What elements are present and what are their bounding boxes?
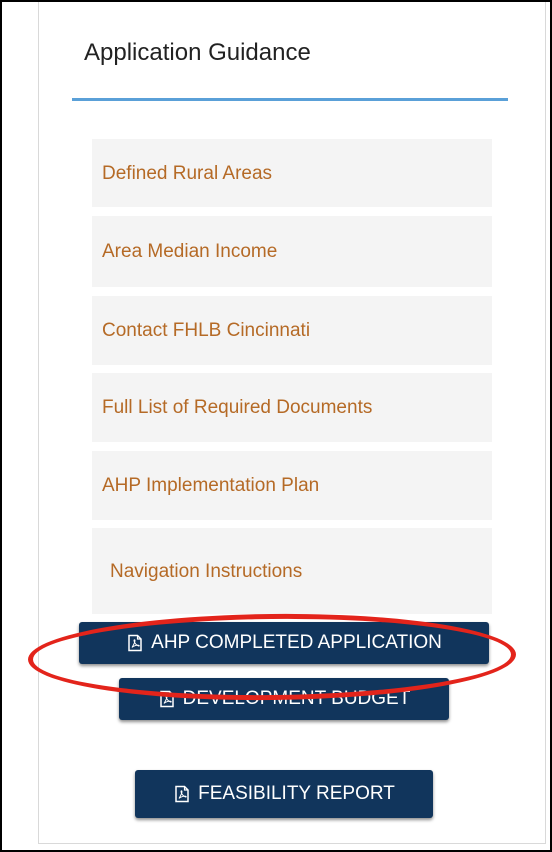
panel-title: Application Guidance xyxy=(84,39,311,66)
button-label: DEVELOPMENT BUDGET xyxy=(182,688,411,709)
pdf-icon-graphic xyxy=(175,785,189,803)
link-full-list-of-required-documents[interactable]: Full List of Required Documents xyxy=(92,373,492,442)
link-contact-fhlb-cincinnati[interactable]: Contact FHLB Cincinnati xyxy=(92,296,492,365)
ahp-completed-application-button[interactable]: AHP COMPLETED APPLICATION xyxy=(79,622,489,664)
feasibility-report-button[interactable]: FEASIBILITY REPORT xyxy=(135,770,433,818)
link-ahp-implementation-plan[interactable]: AHP Implementation Plan xyxy=(92,451,492,520)
link-label: Navigation Instructions xyxy=(110,560,303,582)
pdf-icon xyxy=(173,785,191,803)
link-label: Contact FHLB Cincinnati xyxy=(102,320,311,341)
link-label: Area Median Income xyxy=(102,241,278,262)
pdf-icon-graphic xyxy=(159,690,174,708)
pdf-icon xyxy=(126,634,144,652)
title-underline xyxy=(72,98,508,101)
pdf-icon-graphic xyxy=(128,634,142,652)
link-label: Full List of Required Documents xyxy=(102,397,373,418)
link-area-median-income[interactable]: Area Median Income xyxy=(92,216,492,287)
button-label: FEASIBILITY REPORT xyxy=(198,783,395,804)
button-label: AHP COMPLETED APPLICATION xyxy=(151,632,442,653)
pdf-icon xyxy=(158,690,176,708)
link-navigation-instructions[interactable]: Navigation Instructions xyxy=(92,528,492,614)
link-label: AHP Implementation Plan xyxy=(102,475,320,496)
development-budget-button[interactable]: DEVELOPMENT BUDGET xyxy=(119,678,449,720)
screenshot-frame: Application Guidance Defined Rural Areas… xyxy=(0,0,552,852)
link-label: Defined Rural Areas xyxy=(102,162,273,184)
link-defined-rural-areas[interactable]: Defined Rural Areas xyxy=(92,139,492,207)
